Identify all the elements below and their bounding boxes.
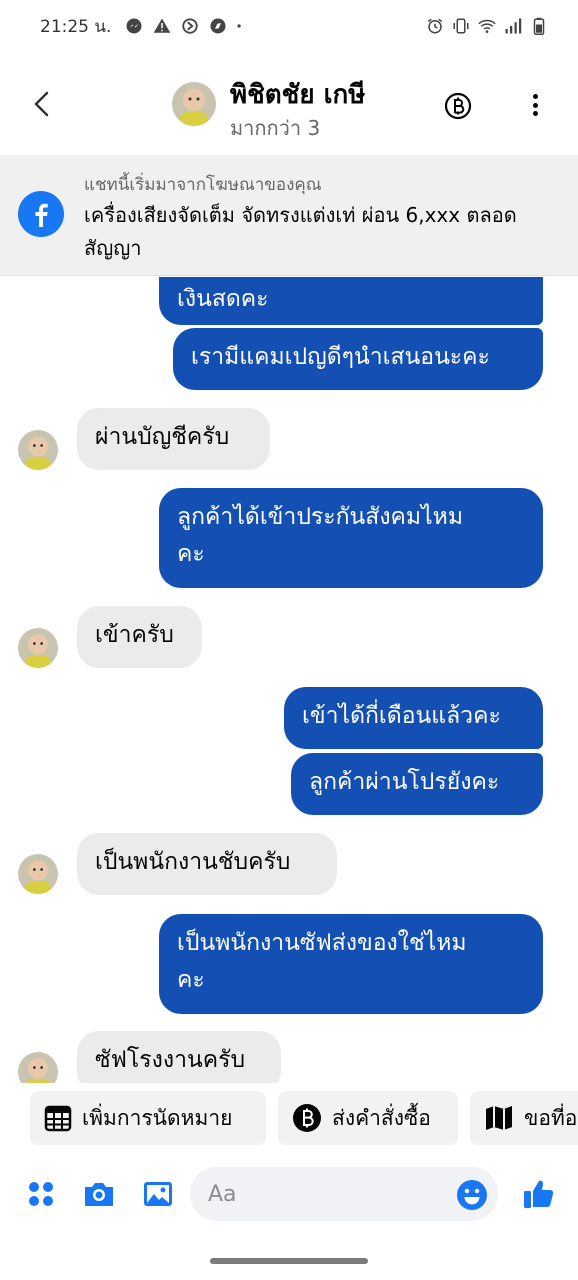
- baht-icon: [293, 1104, 321, 1132]
- sender-avatar[interactable]: [18, 854, 58, 894]
- camera-icon: [85, 1183, 113, 1206]
- wifi-icon: [478, 19, 496, 33]
- compass-icon: [210, 18, 226, 34]
- contact-name[interactable]: พิชิตชัย เกษี: [230, 74, 365, 115]
- quick-replies: เพิ่มการนัดหมาย ส่งคำสั่งซื้อ ขอที่อ: [0, 1090, 578, 1148]
- incoming-message[interactable]: เป็นพนักงานชับครับ: [77, 833, 337, 895]
- baht-icon: [444, 92, 472, 120]
- battery-icon: [533, 17, 545, 35]
- sender-avatar[interactable]: [18, 430, 58, 470]
- signal-icon: [505, 18, 522, 34]
- camera-button[interactable]: [82, 1177, 116, 1211]
- chat-header: พิชิตชัย เกษี มากกว่า 3: [0, 58, 578, 154]
- like-button[interactable]: [522, 1177, 556, 1211]
- quick-reply-send-order[interactable]: ส่งคำสั่งซื้อ: [278, 1091, 458, 1145]
- messenger-icon: [126, 18, 142, 34]
- contact-avatar[interactable]: [172, 82, 216, 126]
- sender-avatar[interactable]: [18, 628, 58, 668]
- map-icon: [486, 1106, 512, 1130]
- status-bar: 21:25 น.: [0, 0, 578, 52]
- calendar-icon: [44, 1105, 72, 1132]
- sender-avatar[interactable]: [18, 1052, 58, 1083]
- ad-origin-label: แชทนี้เริ่มมาจากโฆษณาของคุณ: [84, 175, 322, 195]
- outgoing-message[interactable]: เรามีแคมเปญดีๆนำเสนอนะคะ: [173, 328, 543, 390]
- home-indicator[interactable]: [210, 1258, 368, 1264]
- quick-reply-location[interactable]: ขอที่อ: [470, 1091, 578, 1145]
- chevron-left-icon: [34, 91, 49, 117]
- vibrate-icon: [453, 18, 469, 34]
- payment-button[interactable]: [444, 92, 472, 120]
- emoji-icon: [457, 1180, 487, 1210]
- like-icon: [524, 1180, 554, 1208]
- data-saver-icon: [182, 18, 199, 34]
- gallery-icon: [144, 1182, 172, 1206]
- outgoing-message[interactable]: เงินสดคะ: [159, 277, 543, 325]
- ad-title: เครื่องเสียงจัดเต็ม จัดทรงแต่งเท่ ผ่อน 6…: [84, 203, 517, 260]
- message-list[interactable]: เงินสดคะ เรามีแคมเปญดีๆนำเสนอนะคะ ผ่านบั…: [0, 277, 578, 1083]
- back-button[interactable]: [26, 88, 58, 120]
- message-composer: [0, 1160, 578, 1230]
- more-vertical-icon: [532, 94, 538, 99]
- outgoing-message[interactable]: เป็นพนักงานซัฟส่งของใช่ไหม คะ: [159, 914, 543, 1014]
- outgoing-message[interactable]: ลูกค้าผ่านโปรยังคะ: [291, 753, 543, 815]
- apps-button[interactable]: [24, 1177, 58, 1211]
- apps-icon: [29, 1182, 53, 1206]
- incoming-message[interactable]: เข้าครับ: [77, 606, 202, 668]
- contact-subtitle: มากกว่า 3: [230, 116, 321, 140]
- ad-origin-banner[interactable]: แชทนี้เริ่มมาจากโฆษณาของคุณ เครื่องเสียง…: [0, 155, 578, 276]
- outgoing-message[interactable]: ลูกค้าได้เข้าประกันสังคมไหม คะ: [159, 488, 543, 588]
- more-options-button[interactable]: [522, 88, 548, 122]
- dot-icon: [237, 24, 242, 28]
- incoming-message[interactable]: ซัฟโรงงานครับ: [77, 1031, 281, 1083]
- facebook-icon: [18, 191, 64, 237]
- warning-icon: [154, 18, 171, 33]
- outgoing-message[interactable]: เข้าได้กี่เดือนแล้วคะ: [284, 687, 543, 749]
- status-time: 21:25 น.: [40, 16, 112, 37]
- message-input[interactable]: [190, 1167, 498, 1221]
- gallery-button[interactable]: [141, 1177, 175, 1211]
- alarm-icon: [427, 18, 443, 34]
- incoming-message[interactable]: ผ่านบัญชีครับ: [77, 408, 270, 470]
- quick-reply-appointment[interactable]: เพิ่มการนัดหมาย: [30, 1091, 266, 1145]
- emoji-button[interactable]: [456, 1179, 488, 1211]
